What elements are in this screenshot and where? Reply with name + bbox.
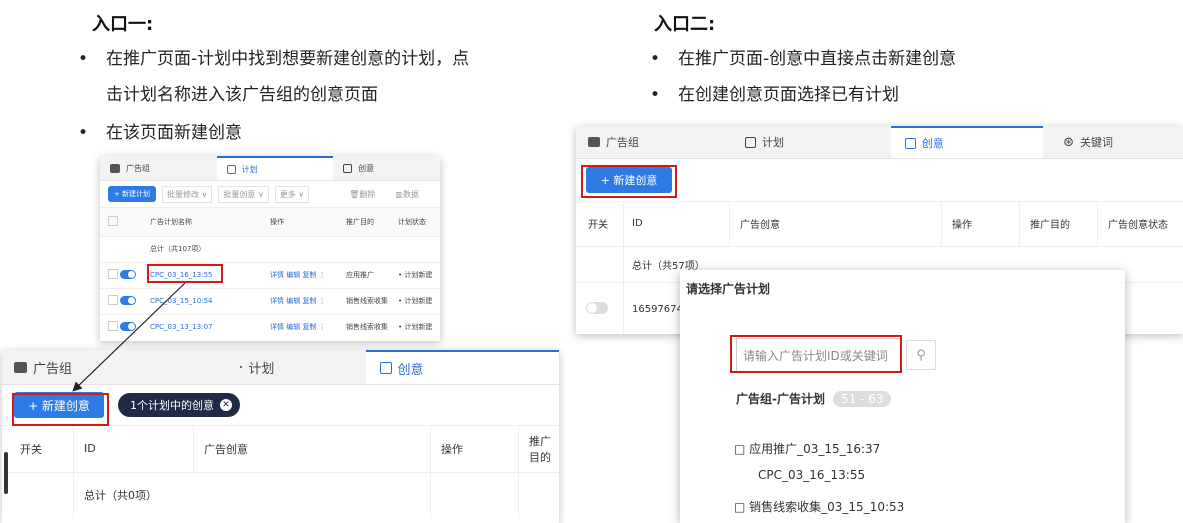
plan-item[interactable]: CPC_03_16_13:55 <box>758 468 865 482</box>
header-creative-status: 广告创意状态 <box>1108 220 1168 232</box>
header-switch: 开关 <box>576 202 624 246</box>
tab-keyword[interactable]: ⊛ 关键词 <box>1043 126 1183 158</box>
plan-group-item[interactable]: □ 销售线索收集_03_15_10:53 <box>734 498 904 515</box>
select-plan-dialog: 请选择广告计划 请输入广告计划ID或关键词 ⚲ 广告组-广告计划 51 - 63 … <box>680 270 1125 523</box>
header-creative: 广告创意 <box>729 202 942 246</box>
keyword-icon: ⊛ <box>1063 134 1074 150</box>
range-badge: 51 - 63 <box>832 390 892 407</box>
tab-plan[interactable]: 计划 <box>731 126 891 158</box>
row-toggle[interactable] <box>586 301 608 314</box>
header-id: ID <box>623 202 730 246</box>
search-icon[interactable]: ⚲ <box>906 340 936 370</box>
dialog-title: 请选择广告计划 <box>686 282 771 296</box>
group-plan-label: 广告组-广告计划 51 - 63 <box>736 390 892 407</box>
arrow-left <box>72 282 186 392</box>
highlight-search-input <box>730 335 902 373</box>
header-purpose: 推广目的 <box>1019 202 1098 246</box>
header-ops: 操作 <box>941 202 1020 246</box>
tab-ad-group[interactable]: 广告组 <box>576 126 731 158</box>
calendar-icon <box>744 136 756 148</box>
creative-icon <box>904 137 916 149</box>
tab-creative[interactable]: 创意 <box>890 126 1044 158</box>
folder-icon <box>588 137 600 147</box>
plan-group-item[interactable]: □ 应用推广_03_15_16:37 <box>734 440 880 457</box>
highlight-new-creative-right <box>581 165 677 198</box>
